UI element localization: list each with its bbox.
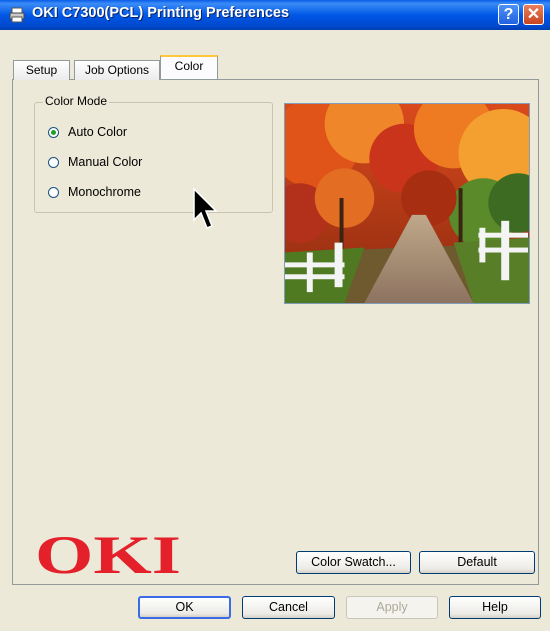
color-swatch-button[interactable]: Color Swatch... xyxy=(296,551,411,574)
help-button[interactable]: Help xyxy=(449,596,541,619)
window-title: OKI C7300(PCL) Printing Preferences xyxy=(32,5,290,21)
default-button[interactable]: Default xyxy=(419,551,535,574)
title-bar[interactable]: OKI C7300(PCL) Printing Preferences ? ✕ xyxy=(0,0,550,30)
mouse-pointer-icon xyxy=(193,188,218,229)
color-mode-group-label: Color Mode xyxy=(43,94,110,108)
svg-text:OKI: OKI xyxy=(35,527,181,579)
radio-monochrome[interactable]: Monochrome xyxy=(48,184,141,200)
radio-button[interactable] xyxy=(48,156,59,168)
oki-logo: OKI xyxy=(35,527,181,579)
tab-setup[interactable]: Setup xyxy=(13,60,70,80)
printer-icon xyxy=(9,7,25,23)
color-preview-image xyxy=(284,103,530,304)
radio-label: Manual Color xyxy=(68,155,143,169)
tab-job-options[interactable]: Job Options xyxy=(74,60,160,80)
cancel-button[interactable]: Cancel xyxy=(242,596,335,619)
close-button[interactable]: ✕ xyxy=(523,4,544,25)
radio-button-checked[interactable] xyxy=(48,126,59,138)
radio-button[interactable] xyxy=(48,186,59,198)
radio-auto-color[interactable]: Auto Color xyxy=(48,124,127,140)
help-title-button[interactable]: ? xyxy=(498,4,519,25)
radio-manual-color[interactable]: Manual Color xyxy=(48,154,142,170)
apply-button[interactable]: Apply xyxy=(346,596,438,619)
ok-button[interactable]: OK xyxy=(138,596,231,619)
tab-color[interactable]: Color xyxy=(160,55,218,79)
radio-label: Monochrome xyxy=(68,185,141,199)
radio-label: Auto Color xyxy=(68,125,128,139)
